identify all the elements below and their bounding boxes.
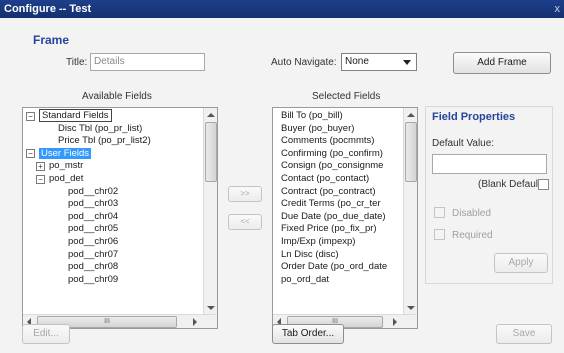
tab-order-button[interactable]: Tab Order... bbox=[272, 324, 344, 344]
field-properties-title: Field Properties bbox=[432, 111, 516, 123]
tree-item-label: pod__chr02 bbox=[68, 185, 119, 197]
scroll-right-icon[interactable] bbox=[389, 316, 401, 328]
edit-button[interactable]: Edit... bbox=[22, 324, 70, 344]
tree-item[interactable]: pod__chr05 bbox=[68, 223, 118, 235]
title-label: Title: bbox=[66, 57, 88, 68]
auto-navigate-select[interactable]: None bbox=[341, 53, 417, 71]
collapse-icon[interactable]: − bbox=[26, 149, 35, 159]
chevron-down-icon bbox=[403, 60, 411, 65]
collapse-icon[interactable]: − bbox=[26, 111, 35, 121]
expand-icon[interactable]: + bbox=[36, 161, 45, 171]
list-item[interactable]: Contact (po_contact) bbox=[281, 173, 369, 185]
tree-item[interactable]: Price Tbl (po_pr_list2) bbox=[58, 135, 151, 147]
configure-dialog: Frame Title: Details Auto Navigate: None… bbox=[0, 18, 564, 353]
close-icon[interactable]: x bbox=[555, 0, 561, 18]
blank-default-label: (Blank Default) bbox=[478, 179, 545, 190]
collapse-icon[interactable]: − bbox=[36, 174, 45, 184]
title-input[interactable]: Details bbox=[90, 53, 205, 71]
tree-item[interactable]: Disc Tbl (po_pr_list) bbox=[58, 123, 142, 135]
disabled-checkbox[interactable] bbox=[434, 207, 445, 218]
list-item[interactable]: Fixed Price (po_fix_pr) bbox=[281, 223, 377, 235]
add-frame-button[interactable]: Add Frame bbox=[453, 52, 551, 74]
tree-item-label: User Fields bbox=[39, 147, 92, 159]
required-label: Required bbox=[452, 230, 493, 241]
remove-field-button[interactable]: << bbox=[228, 214, 262, 230]
list-item[interactable]: Ln Disc (disc) bbox=[281, 249, 339, 261]
scroll-thumb[interactable] bbox=[405, 122, 417, 182]
apply-button[interactable]: Apply bbox=[494, 253, 548, 273]
tree-item-label: po_mstr bbox=[49, 160, 84, 172]
list-item[interactable]: Contract (po_contract) bbox=[281, 186, 376, 198]
tree-item[interactable]: pod__chr09 bbox=[68, 274, 118, 286]
tree-item-label: pod__chr07 bbox=[68, 248, 119, 260]
tree-item-label: pod__chr09 bbox=[68, 273, 119, 285]
save-button[interactable]: Save bbox=[496, 324, 552, 344]
list-item[interactable]: Comments (pocmmts) bbox=[281, 135, 374, 147]
field-properties-panel: Field Properties Default Value: (Blank D… bbox=[425, 106, 553, 284]
blank-default-checkbox[interactable] bbox=[538, 179, 549, 190]
tree-item-label: pod__chr05 bbox=[68, 223, 119, 235]
default-value-label: Default Value: bbox=[432, 138, 495, 149]
tree-item[interactable]: Standard Fields bbox=[39, 109, 112, 122]
frame-section-title: Frame bbox=[33, 33, 70, 47]
tree-item-label: pod__chr08 bbox=[68, 261, 119, 273]
disabled-label: Disabled bbox=[452, 208, 491, 219]
tree-item-label: Price Tbl (po_pr_list2) bbox=[58, 135, 151, 147]
list-item[interactable]: Confirming (po_confirm) bbox=[281, 148, 383, 160]
scroll-up-icon[interactable] bbox=[405, 109, 417, 121]
tree-item[interactable]: pod_det bbox=[49, 173, 83, 185]
scroll-right-icon[interactable] bbox=[189, 316, 201, 328]
scroll-thumb[interactable] bbox=[205, 122, 217, 182]
window-title: Configure -- Test bbox=[4, 3, 92, 15]
required-checkbox[interactable] bbox=[434, 229, 445, 240]
tree-item[interactable]: pod__chr04 bbox=[68, 211, 118, 223]
tree-item[interactable]: pod__chr03 bbox=[68, 198, 118, 210]
auto-navigate-value: None bbox=[345, 56, 369, 67]
tree-item[interactable]: po_mstr bbox=[49, 160, 83, 172]
default-value-input[interactable] bbox=[432, 154, 547, 174]
list-item[interactable]: Due Date (po_due_date) bbox=[281, 211, 386, 223]
tree-item[interactable]: pod__chr07 bbox=[68, 249, 118, 261]
tree-item[interactable]: pod__chr06 bbox=[68, 236, 118, 248]
list-item[interactable]: Imp/Exp (impexp) bbox=[281, 236, 355, 248]
selected-fields-list[interactable]: Bill To (po_bill) Buyer (po_buyer) Comment… bbox=[272, 107, 418, 329]
selected-vertical-scrollbar[interactable] bbox=[403, 108, 417, 316]
selected-fields-header: Selected Fields bbox=[312, 91, 381, 102]
tree-item-label: pod__chr04 bbox=[68, 210, 119, 222]
add-field-button[interactable]: >> bbox=[228, 186, 262, 202]
tree-item-label: Standard Fields bbox=[39, 109, 112, 122]
list-item[interactable]: Order Date (po_ord_date bbox=[281, 261, 387, 273]
list-item[interactable]: Buyer (po_buyer) bbox=[281, 123, 354, 135]
list-item[interactable]: Consign (po_consignme bbox=[281, 160, 383, 172]
tree-item-label: pod_det bbox=[49, 173, 84, 184]
window-titlebar: Configure -- Test x bbox=[0, 0, 564, 18]
auto-navigate-label: Auto Navigate: bbox=[271, 57, 337, 68]
tree-item[interactable]: User Fields bbox=[39, 147, 92, 160]
scroll-down-icon[interactable] bbox=[205, 302, 217, 314]
available-fields-header: Available Fields bbox=[82, 91, 152, 102]
tree-item-label: pod__chr06 bbox=[68, 236, 119, 247]
tree-item-label: pod__chr03 bbox=[68, 198, 119, 210]
scroll-up-icon[interactable] bbox=[205, 109, 217, 121]
list-item[interactable]: Credit Terms (po_cr_ter bbox=[281, 198, 381, 210]
tree-item-label: Disc Tbl (po_pr_list) bbox=[58, 122, 143, 134]
list-item[interactable]: po_ord_dat bbox=[281, 274, 329, 286]
available-fields-tree[interactable]: − Standard Fields Disc Tbl (po_pr_list) Pri… bbox=[22, 107, 218, 329]
tree-item[interactable]: pod__chr08 bbox=[68, 261, 118, 273]
tree-item[interactable]: pod__chr02 bbox=[68, 186, 118, 198]
list-item[interactable]: Bill To (po_bill) bbox=[281, 110, 343, 122]
available-vertical-scrollbar[interactable] bbox=[203, 108, 217, 316]
scroll-down-icon[interactable] bbox=[405, 302, 417, 314]
